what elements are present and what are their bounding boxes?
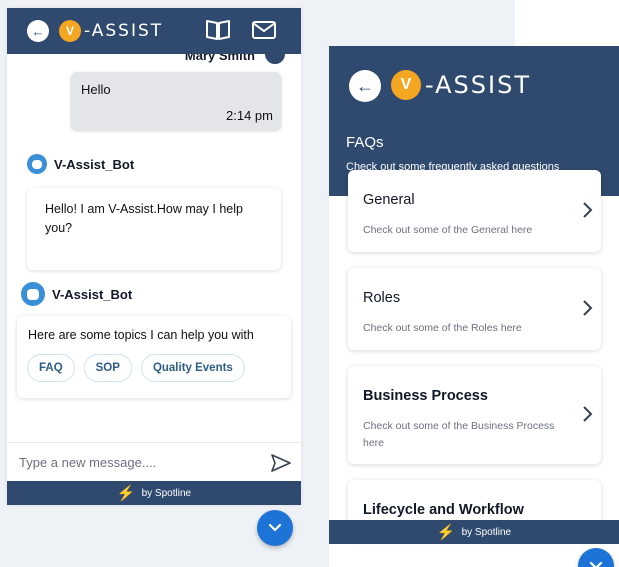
scroll-down-button[interactable] xyxy=(257,510,293,546)
faq-card-business-process[interactable]: Business Process Check out some of the B… xyxy=(348,366,601,464)
bot-name: V-Assist_Bot xyxy=(54,156,135,172)
avatar xyxy=(263,54,287,66)
sender-name: Mary Smith xyxy=(184,54,255,63)
chevron-right-icon xyxy=(583,300,593,316)
chip-faq[interactable]: FAQ xyxy=(27,354,75,382)
faq-card-title: Roles xyxy=(363,290,401,306)
footer-text: by Spotline xyxy=(461,526,512,538)
bot-label: V-Assist_Bot xyxy=(27,154,134,174)
faq-card-title: Business Process xyxy=(363,388,488,404)
footer-text: by Spotline xyxy=(141,487,192,499)
user-message-text: Hello xyxy=(81,82,111,97)
back-arrow-icon[interactable]: ← xyxy=(27,20,49,42)
bot-message-bubble: Hello! I am V-Assist.How may I help you? xyxy=(27,188,281,270)
chevron-right-icon xyxy=(583,406,593,422)
faq-window: ← V -ASSIST FAQs Check out some frequent… xyxy=(329,46,619,567)
back-arrow-icon[interactable]: ← xyxy=(349,70,381,102)
page-title: FAQs xyxy=(346,134,384,151)
book-icon[interactable] xyxy=(205,18,231,42)
bot-icon xyxy=(27,154,47,174)
logo-v-badge: V xyxy=(391,70,421,100)
logo-text: -ASSIST xyxy=(425,71,531,99)
chevron-down-icon xyxy=(268,523,282,532)
user-message-bubble: Hello 2:14 pm xyxy=(71,72,281,130)
topic-chips: FAQ SOP Quality Events xyxy=(27,354,245,382)
mail-icon[interactable] xyxy=(251,18,277,42)
chevron-right-icon xyxy=(583,202,593,218)
faq-card-desc: Check out some of the Business Process h… xyxy=(363,420,555,449)
bolt-icon: ⚡ xyxy=(436,524,456,541)
powered-by-footer: ⚡ by Spotline xyxy=(329,520,619,544)
message-timestamp: 2:14 pm xyxy=(226,108,273,123)
faq-card-desc: Check out some of the General here xyxy=(363,224,533,236)
send-icon[interactable] xyxy=(270,453,292,473)
bot-message-text: Here are some topics I can help you with xyxy=(28,328,254,342)
chat-header: ← V -ASSIST xyxy=(7,8,301,54)
bot-icon xyxy=(21,282,45,306)
logo-v-badge: V xyxy=(59,20,81,42)
powered-by-footer: ⚡ by Spotline xyxy=(7,481,301,505)
faq-card-desc: Check out some of the Roles here xyxy=(363,322,522,334)
bot-name: V-Assist_Bot xyxy=(52,286,133,302)
bot-topics-bubble: Here are some topics I can help you with… xyxy=(17,316,291,398)
faq-card-title: Lifecycle and Workflow xyxy=(363,502,524,518)
logo-text: -ASSIST xyxy=(84,21,164,41)
message-input-bar: Type a new message.... xyxy=(7,442,301,481)
message-input[interactable]: Type a new message.... xyxy=(19,455,156,470)
v-assist-logo: V -ASSIST xyxy=(59,20,163,42)
faq-card-title: General xyxy=(363,192,415,208)
chat-window: ← V -ASSIST Mary Smith Hello 2:14 pm V-A… xyxy=(7,8,301,505)
faq-card-general[interactable]: General Check out some of the General he… xyxy=(348,170,601,252)
v-assist-logo: V -ASSIST xyxy=(391,70,531,100)
chat-messages[interactable]: Mary Smith Hello 2:14 pm V-Assist_Bot He… xyxy=(7,54,301,442)
bot-label: V-Assist_Bot xyxy=(21,282,132,306)
chip-sop[interactable]: SOP xyxy=(83,354,132,382)
bolt-icon: ⚡ xyxy=(116,485,136,502)
bot-message-text: Hello! I am V-Assist.How may I help you? xyxy=(45,202,243,235)
faq-card-roles[interactable]: Roles Check out some of the Roles here xyxy=(348,268,601,350)
chevron-down-icon xyxy=(589,561,603,567)
chip-quality-events[interactable]: Quality Events xyxy=(140,354,245,382)
